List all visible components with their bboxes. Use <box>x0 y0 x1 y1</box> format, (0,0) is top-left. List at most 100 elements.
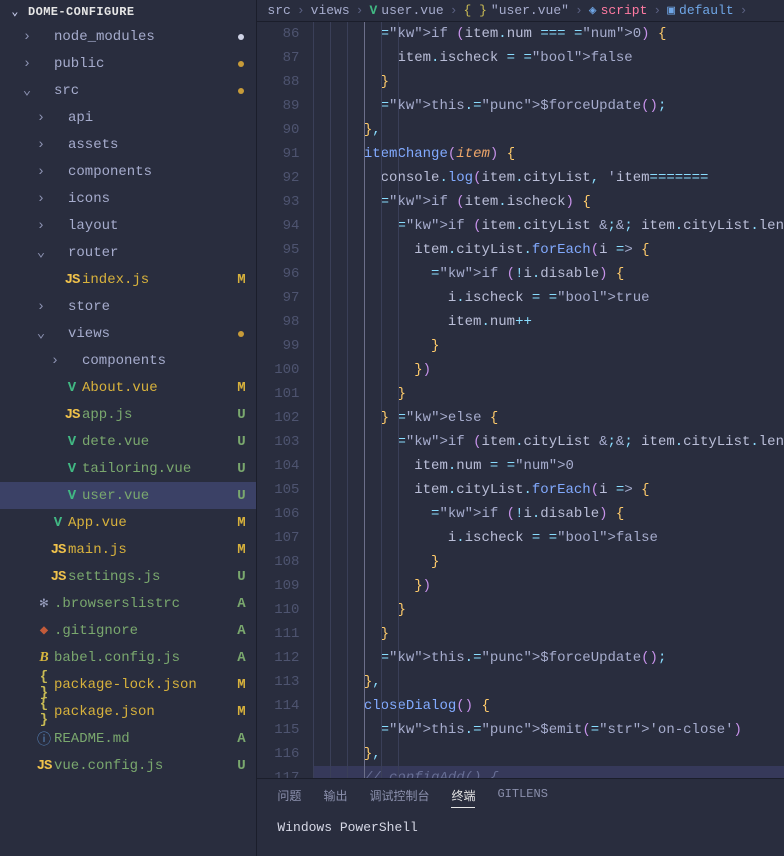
file-item[interactable]: Bbabel.config.jsA <box>0 644 256 671</box>
code-line[interactable]: // configAdd() { <box>313 766 784 778</box>
panel-tab[interactable]: 终端 <box>451 787 475 808</box>
code-line[interactable]: }, <box>313 670 784 694</box>
code-line[interactable]: ="kw">if (item.cityList &;&; item.cityLi… <box>313 214 784 238</box>
code-line[interactable]: } <box>313 550 784 574</box>
info-icon: ⓘ <box>34 729 54 749</box>
breadcrumb-item[interactable]: V user.vue <box>369 3 443 18</box>
code-line[interactable]: } <box>313 70 784 94</box>
code-line[interactable]: item.ischeck = ="bool">false <box>313 46 784 70</box>
panel-tab[interactable]: 问题 <box>277 787 301 808</box>
code-line[interactable]: ="kw">if (item.num === ="num">0) { <box>313 22 784 46</box>
code-line[interactable]: itemChange(item) { <box>313 142 784 166</box>
chevron-down-icon: ⌄ <box>34 325 48 342</box>
code-line[interactable]: }, <box>313 118 784 142</box>
file-item[interactable]: { }package-lock.jsonM <box>0 671 256 698</box>
item-label: settings.js <box>68 569 232 585</box>
file-item[interactable]: JSmain.jsM <box>0 536 256 563</box>
code-line[interactable]: item.num++ <box>313 310 784 334</box>
code-line[interactable]: } <box>313 382 784 406</box>
code-line[interactable]: ="kw">this.="punc">$forceUpdate(); <box>313 94 784 118</box>
folder-item[interactable]: › layout <box>0 212 256 239</box>
file-item[interactable]: ⓘREADME.mdA <box>0 725 256 752</box>
line-number: 114 <box>257 694 299 718</box>
line-number: 96 <box>257 262 299 286</box>
breadcrumb-item[interactable]: ◈ script <box>589 3 648 18</box>
explorer-header[interactable]: ⌄ DOME-CONFIGURE <box>0 0 256 23</box>
file-item[interactable]: JSindex.jsM <box>0 266 256 293</box>
chevron-right-icon: › <box>653 3 661 18</box>
line-number: 92 <box>257 166 299 190</box>
git-status: U <box>232 407 250 423</box>
code-line[interactable]: } <box>313 622 784 646</box>
code-line[interactable]: } <box>313 598 784 622</box>
file-item[interactable]: Vuser.vueU <box>0 482 256 509</box>
vue-icon: V <box>62 380 82 396</box>
file-item[interactable]: VAbout.vueM <box>0 374 256 401</box>
code-line[interactable]: i.ischeck = ="bool">true <box>313 286 784 310</box>
file-item[interactable]: Vdete.vueU <box>0 428 256 455</box>
folder-item[interactable]: ›components <box>0 158 256 185</box>
code-line[interactable]: ="kw">if (!i.disable) { <box>313 262 784 286</box>
code-line[interactable]: }) <box>313 574 784 598</box>
item-label: components <box>82 353 232 369</box>
breadcrumb-item[interactable]: src <box>267 3 290 18</box>
folder-item[interactable]: ›public <box>0 50 256 77</box>
breadcrumb-item[interactable]: views <box>311 3 350 18</box>
item-label: node_modules <box>54 29 232 45</box>
panel-tab[interactable]: 调试控制台 <box>369 787 429 808</box>
code-editor[interactable]: 8687888990919293949596979899100101102103… <box>257 22 784 778</box>
folder-item[interactable]: ⌄src <box>0 77 256 104</box>
folder-item[interactable]: ›store <box>0 293 256 320</box>
code-line[interactable]: i.ischeck = ="bool">false <box>313 526 784 550</box>
file-item[interactable]: JSapp.jsU <box>0 401 256 428</box>
code-line[interactable]: ="kw">if (item.ischeck) { <box>313 190 784 214</box>
folder-item[interactable]: ›assets <box>0 131 256 158</box>
code-line[interactable]: ="kw">this.="punc">$emit(="str">'on-clos… <box>313 718 784 742</box>
file-item[interactable]: { }package.jsonM <box>0 698 256 725</box>
code-line[interactable]: } <box>313 334 784 358</box>
breadcrumb-label: views <box>311 3 350 18</box>
vue-icon: V <box>62 461 82 477</box>
code-line[interactable]: item.num = ="num">0 <box>313 454 784 478</box>
chevron-right-icon: › <box>450 3 458 18</box>
panel-tab[interactable]: GITLENS <box>497 787 547 808</box>
file-item[interactable]: Vtailoring.vueU <box>0 455 256 482</box>
panel-tab[interactable]: 输出 <box>323 787 347 808</box>
item-label: layout <box>68 218 232 234</box>
file-item[interactable]: JSvue.config.jsU <box>0 752 256 779</box>
babel-icon: B <box>34 650 54 666</box>
terminal-body[interactable]: Windows PowerShell <box>257 812 784 843</box>
breadcrumb-item[interactable]: { } "user.vue" <box>464 3 569 18</box>
folder-item[interactable]: ›api <box>0 104 256 131</box>
git-status: U <box>232 758 250 774</box>
file-item[interactable]: ◆.gitignoreA <box>0 617 256 644</box>
line-number: 90 <box>257 118 299 142</box>
breadcrumb[interactable]: src› views›V user.vue›{ } "user.vue"›◈ s… <box>257 0 784 22</box>
code-line[interactable]: ="kw">if (!i.disable) { <box>313 502 784 526</box>
folder-item[interactable]: ›node_modules <box>0 23 256 50</box>
code-content[interactable]: ="kw">if (item.num === ="num">0) { item.… <box>313 22 784 778</box>
folder-item[interactable]: ›icons <box>0 185 256 212</box>
code-line[interactable]: }, <box>313 742 784 766</box>
file-item[interactable]: JSsettings.jsU <box>0 563 256 590</box>
breadcrumb-label: script <box>601 3 648 18</box>
folder-item[interactable]: ⌄router <box>0 239 256 266</box>
folder-item[interactable]: ⌄views <box>0 320 256 347</box>
chevron-right-icon: › <box>34 218 48 234</box>
file-item[interactable]: ✻.browserslistrcA <box>0 590 256 617</box>
code-line[interactable]: console.log(item.cityList, 'item======= <box>313 166 784 190</box>
code-line[interactable]: ="kw">this.="punc">$forceUpdate(); <box>313 646 784 670</box>
folder-item[interactable]: ›components <box>0 347 256 374</box>
js-icon: JS <box>62 407 82 423</box>
code-line[interactable]: item.cityList.forEach(i => { <box>313 238 784 262</box>
code-line[interactable]: closeDialog() { <box>313 694 784 718</box>
code-line[interactable]: } ="kw">else { <box>313 406 784 430</box>
code-line[interactable]: item.cityList.forEach(i => { <box>313 478 784 502</box>
breadcrumb-item[interactable]: ▣ default <box>667 3 733 18</box>
chevron-right-icon: › <box>740 3 748 18</box>
code-line[interactable]: }) <box>313 358 784 382</box>
file-item[interactable]: VApp.vueM <box>0 509 256 536</box>
breadcrumb-label: default <box>679 3 734 18</box>
braces-icon: { } <box>464 3 487 18</box>
code-line[interactable]: ="kw">if (item.cityList &;&; item.cityLi… <box>313 430 784 454</box>
